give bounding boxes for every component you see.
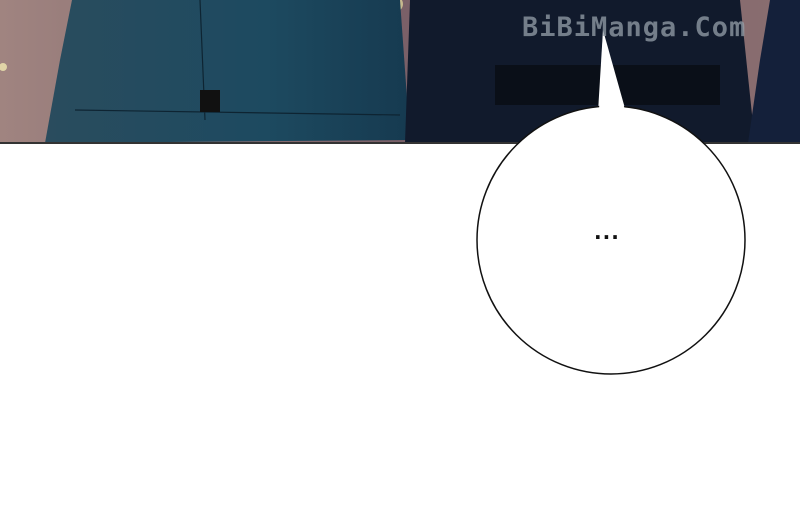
cloaked-figure	[45, 0, 410, 143]
speech-bubble-text: ...	[594, 220, 620, 244]
watermark: BiBiManga.Com	[522, 12, 747, 43]
belt	[200, 90, 220, 112]
manga-panel	[0, 0, 800, 375]
